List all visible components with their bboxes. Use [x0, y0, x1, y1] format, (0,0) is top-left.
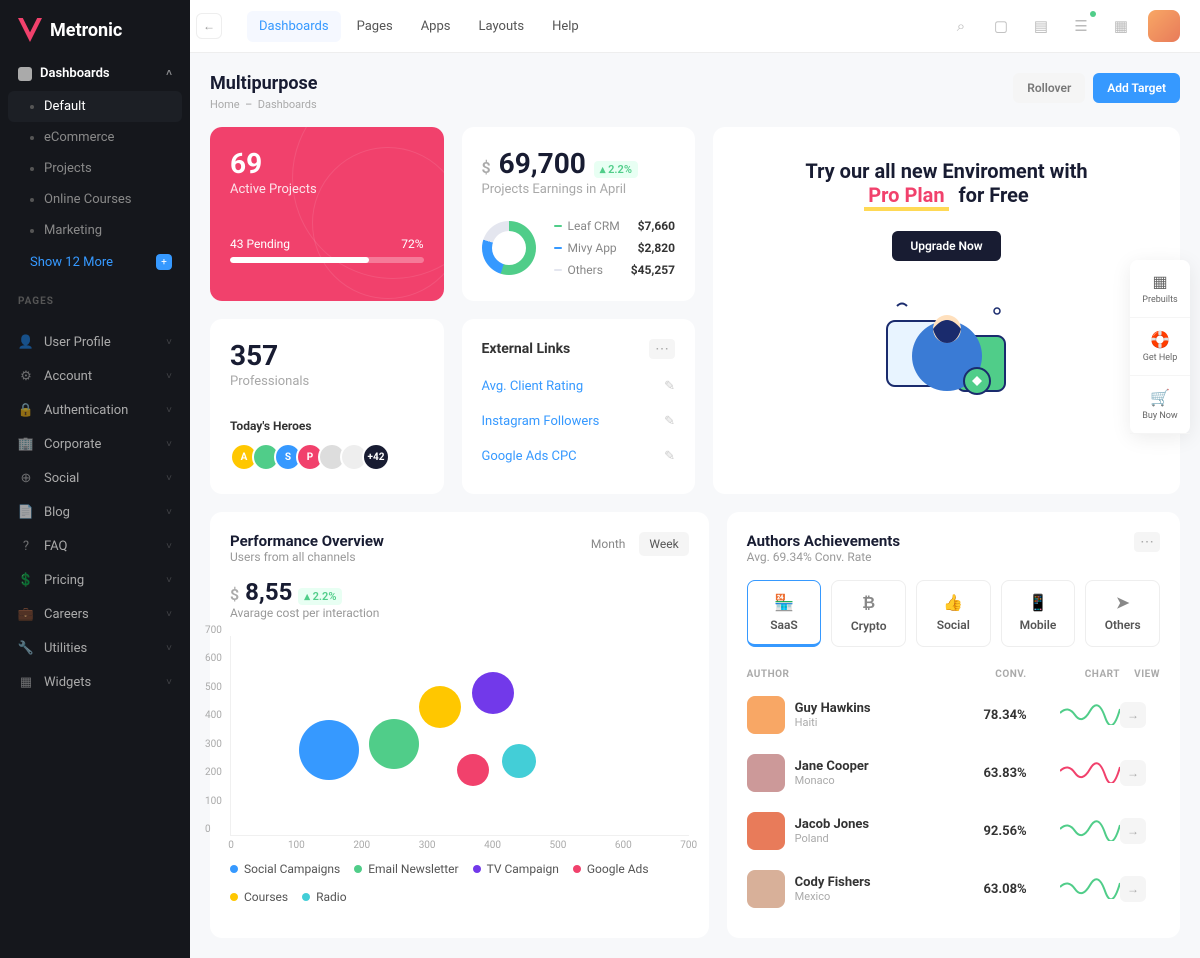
author-avatar[interactable]: [747, 870, 785, 908]
external-links-card: External Links ⋯ Avg. Client Rating✎Inst…: [462, 319, 696, 494]
grid-icon: [18, 67, 32, 81]
edit-icon: ✎: [664, 379, 675, 394]
nav-widgets[interactable]: ▦Widgets˅: [0, 665, 190, 699]
pages-heading: PAGES: [0, 278, 190, 325]
breadcrumb: Home – Dashboards: [210, 98, 318, 111]
auth-tab-mobile[interactable]: 📱Mobile: [1001, 580, 1076, 647]
authors-card: Authors Achievements Avg. 69.34% Conv. R…: [727, 512, 1180, 938]
promo-card: Try our all new Enviroment with Pro Plan…: [713, 127, 1180, 494]
notifications-icon[interactable]: ☰: [1068, 13, 1094, 39]
edit-icon: ✎: [664, 449, 675, 464]
main: ← DashboardsPagesAppsLayoutsHelp ⌕ ▢ ▤ ☰…: [190, 0, 1200, 958]
nav-user-profile[interactable]: 👤User Profile˅: [0, 325, 190, 359]
search-icon[interactable]: ⌕: [948, 13, 974, 39]
projects-value: 69: [230, 147, 424, 180]
nav-pricing[interactable]: 💲Pricing˅: [0, 563, 190, 597]
topnav-layouts[interactable]: Layouts: [467, 11, 537, 42]
tab-month[interactable]: Month: [581, 532, 635, 556]
author-row: Guy HawkinsHaiti78.34%→: [747, 686, 1160, 744]
legend-item[interactable]: TV Campaign: [473, 862, 559, 876]
external-link[interactable]: Google Ads CPC✎: [482, 439, 676, 474]
legend-item[interactable]: Email Newsletter: [354, 862, 458, 876]
sidebar-item-ecommerce[interactable]: eCommerce: [0, 122, 190, 153]
topnav-pages[interactable]: Pages: [345, 11, 405, 42]
sidebar-item-online-courses[interactable]: Online Courses: [0, 184, 190, 215]
auth-tab-social[interactable]: 👍Social: [916, 580, 991, 647]
view-button[interactable]: →: [1120, 876, 1146, 902]
nav-corporate[interactable]: 🏢Corporate˅: [0, 427, 190, 461]
auth-tab-others[interactable]: ➤Others: [1085, 580, 1160, 647]
float-prebuilts[interactable]: ▦Prebuilts: [1130, 260, 1190, 318]
chat-icon[interactable]: ▤: [1028, 13, 1054, 39]
upgrade-button[interactable]: Upgrade Now: [892, 231, 1000, 261]
view-button[interactable]: →: [1120, 760, 1146, 786]
sidebar-item-marketing[interactable]: Marketing: [0, 215, 190, 246]
nav-social[interactable]: ⊕Social˅: [0, 461, 190, 495]
topnav-apps[interactable]: Apps: [409, 11, 463, 42]
topnav-help[interactable]: Help: [540, 11, 591, 42]
author-avatar[interactable]: [747, 696, 785, 734]
sidebar-collapse-button[interactable]: ←: [196, 13, 222, 39]
nav-utilities[interactable]: 🔧Utilities˅: [0, 631, 190, 665]
professionals-card: 357 Professionals Today's Heroes ASP+42: [210, 319, 444, 494]
page-title: Multipurpose: [210, 73, 318, 94]
sidebar-section-dashboards[interactable]: Dashboards ˄: [0, 56, 190, 91]
sidebar-item-default[interactable]: Default: [8, 91, 182, 122]
author-row: Jacob JonesPoland92.56%→: [747, 802, 1160, 860]
edit-icon: ✎: [664, 414, 675, 429]
float-get-help[interactable]: 🛟Get Help: [1130, 318, 1190, 376]
nav-account[interactable]: ⚙Account˅: [0, 359, 190, 393]
view-button[interactable]: →: [1120, 818, 1146, 844]
chevron-up-icon: ˄: [166, 68, 172, 79]
author-row: Cody FishersMexico63.08%→: [747, 860, 1160, 918]
view-button[interactable]: →: [1120, 702, 1146, 728]
page-header: Multipurpose Home – Dashboards Rollover …: [210, 73, 1180, 111]
dollar-icon: $: [482, 158, 491, 177]
nav-blog[interactable]: 📄Blog˅: [0, 495, 190, 529]
apps-icon[interactable]: ▦: [1108, 13, 1134, 39]
float-panel: ▦Prebuilts🛟Get Help🛒Buy Now: [1130, 260, 1190, 434]
user-avatar[interactable]: [1148, 10, 1180, 42]
donut-chart: [482, 221, 536, 275]
add-target-button[interactable]: Add Target: [1093, 73, 1180, 103]
sidebar-item-projects[interactable]: Projects: [0, 153, 190, 184]
legend-item[interactable]: Social Campaigns: [230, 862, 340, 876]
active-projects-card: 69 Active Projects 43 Pending 72%: [210, 127, 444, 301]
author-avatar[interactable]: [747, 754, 785, 792]
topbar: ← DashboardsPagesAppsLayoutsHelp ⌕ ▢ ▤ ☰…: [190, 0, 1200, 53]
rollover-button[interactable]: Rollover: [1013, 73, 1085, 103]
external-link[interactable]: Instagram Followers✎: [482, 404, 676, 439]
legend-item[interactable]: Google Ads: [573, 862, 649, 876]
legend-item[interactable]: Courses: [230, 890, 288, 904]
auth-tab-crypto[interactable]: ₿Crypto: [831, 580, 906, 647]
more-options-icon[interactable]: ⋯: [1134, 532, 1160, 552]
show-more-button[interactable]: Show 12 More +: [0, 246, 190, 278]
delta-badge: ▴ 2.2%: [594, 161, 638, 178]
hero-avatar[interactable]: +42: [362, 443, 390, 471]
plus-icon: +: [156, 254, 172, 270]
performance-card: Performance Overview Users from all chan…: [210, 512, 709, 938]
auth-tab-saas[interactable]: 🏪SaaS: [747, 580, 822, 647]
promo-illustration: [733, 281, 1160, 421]
tab-week[interactable]: Week: [639, 532, 688, 556]
earnings-card: $ 69,700 ▴ 2.2% Projects Earnings in Apr…: [462, 127, 696, 301]
external-link[interactable]: Avg. Client Rating✎: [482, 369, 676, 404]
author-row: Jane CooperMonaco63.83%→: [747, 744, 1160, 802]
float-buy-now[interactable]: 🛒Buy Now: [1130, 376, 1190, 434]
sidebar: Metronic Dashboards ˄ DefaulteCommercePr…: [0, 0, 190, 958]
more-options-icon[interactable]: ⋯: [649, 339, 675, 359]
brand-name: Metronic: [50, 20, 122, 41]
progress-bar: [230, 257, 424, 263]
logo-icon: [18, 18, 42, 42]
bubble-chart: 0100200300400500600700010020030040050060…: [230, 636, 689, 836]
topnav-dashboards[interactable]: Dashboards: [247, 11, 341, 42]
author-avatar[interactable]: [747, 812, 785, 850]
legend-item[interactable]: Radio: [302, 890, 346, 904]
activity-icon[interactable]: ▢: [988, 13, 1014, 39]
brand-logo[interactable]: Metronic: [0, 18, 190, 56]
nav-authentication[interactable]: 🔒Authentication˅: [0, 393, 190, 427]
nav-faq[interactable]: ?FAQ˅: [0, 529, 190, 563]
nav-careers[interactable]: 💼Careers˅: [0, 597, 190, 631]
